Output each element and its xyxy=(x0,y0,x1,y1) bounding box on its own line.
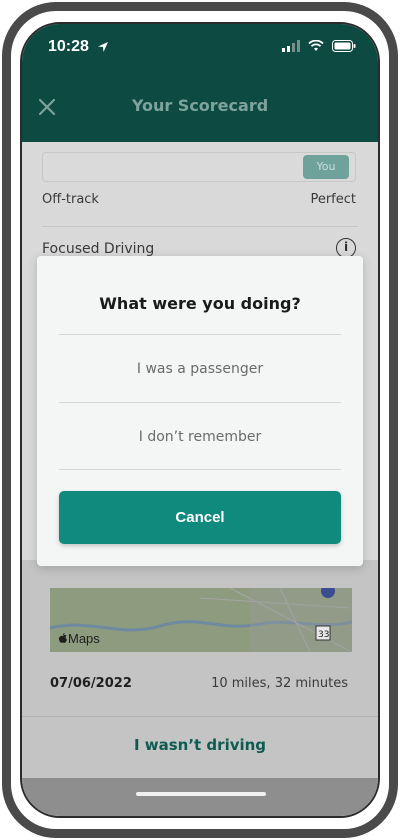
apple-logo-icon xyxy=(58,633,67,643)
trip-divider xyxy=(22,716,378,717)
maps-label: Maps xyxy=(68,631,100,646)
apple-maps-attribution: Maps xyxy=(58,631,100,646)
not-driving-button[interactable]: I wasn’t driving xyxy=(22,736,378,754)
trip-stats: 10 miles, 32 minutes xyxy=(211,676,348,691)
bottom-strip xyxy=(22,778,378,816)
status-bar: 10:28 xyxy=(22,38,378,60)
comparison-bar: You xyxy=(42,152,356,182)
dialog-title: What were you doing? xyxy=(99,294,301,313)
focused-driving-label: Focused Driving xyxy=(42,241,155,257)
trip-map[interactable]: 33 Maps xyxy=(50,588,352,652)
status-indicators xyxy=(282,40,356,52)
page-title: Your Scorecard xyxy=(131,96,269,115)
off-track-label: Off-track xyxy=(42,192,99,207)
cancel-button[interactable]: Cancel xyxy=(59,491,341,544)
app-header: 10:28 Your Scorecard xyxy=(22,24,378,142)
you-chip: You xyxy=(303,155,349,179)
trip-date: 07/06/2022 xyxy=(50,676,132,691)
battery-icon xyxy=(332,40,356,52)
section-divider xyxy=(42,226,358,227)
option-dont-remember[interactable]: I don’t remember xyxy=(59,404,341,470)
driving-activity-dialog: What were you doing? I was a passenger I… xyxy=(37,256,363,566)
perfect-label: Perfect xyxy=(310,192,356,207)
home-indicator[interactable] xyxy=(136,792,266,796)
dialog-divider xyxy=(59,402,341,403)
svg-text:33: 33 xyxy=(318,630,329,640)
status-time: 10:28 xyxy=(48,38,89,55)
option-passenger[interactable]: I was a passenger xyxy=(59,336,341,402)
wifi-icon xyxy=(308,40,324,51)
dialog-divider xyxy=(59,334,341,335)
dialog-divider xyxy=(59,469,341,470)
location-arrow-icon xyxy=(98,42,108,52)
info-icon[interactable]: i xyxy=(336,238,356,258)
cellular-signal-icon xyxy=(282,40,300,52)
trip-panel: 33 Maps 07/06/2022 10 miles, 32 minutes … xyxy=(22,560,378,816)
